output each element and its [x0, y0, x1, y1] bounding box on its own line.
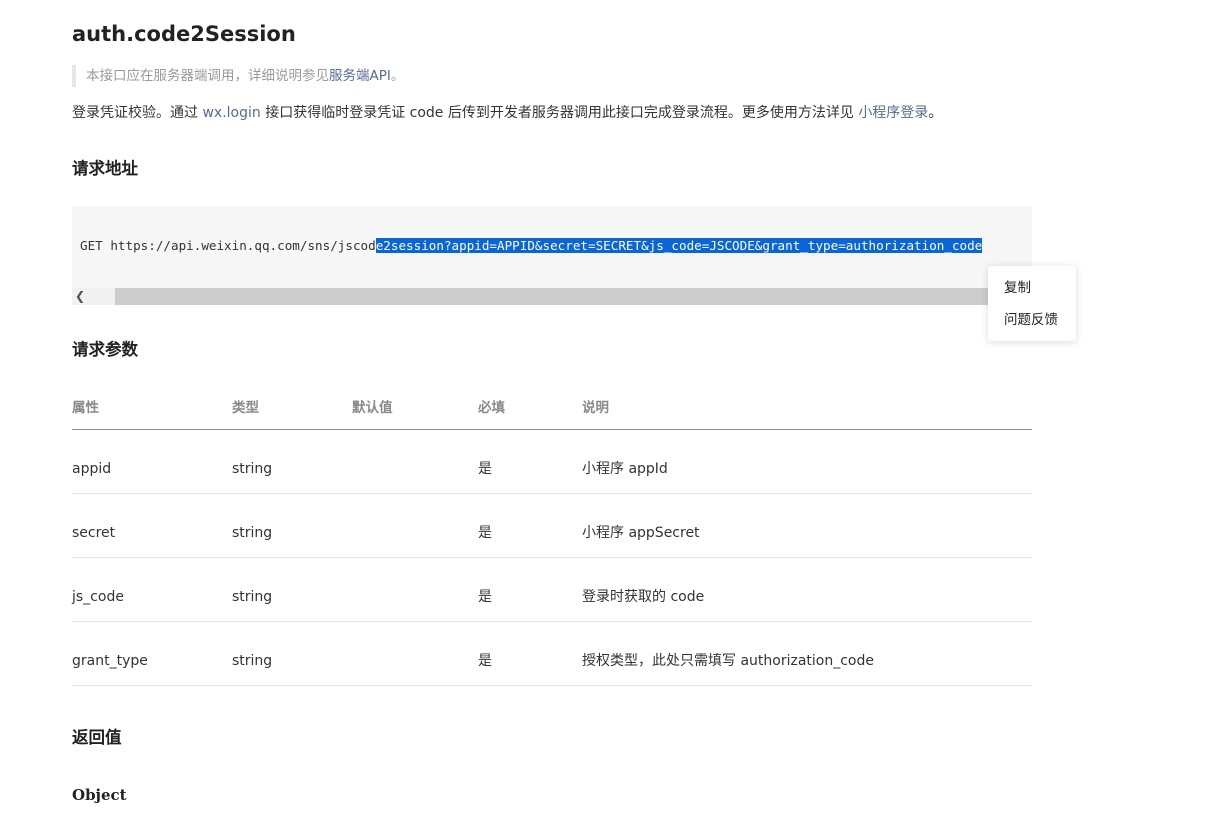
table-cell-property: secret [72, 525, 116, 542]
table-cell-type: string [232, 525, 273, 542]
table-cell-property: js_code [72, 589, 124, 606]
note-text: 本接口应在服务器端调用，详细说明参见 [86, 68, 329, 84]
table-header-cell: 说明 [582, 400, 609, 416]
table-cell-description: 登录时获取的 code [582, 589, 705, 606]
horizontal-scrollbar[interactable]: ❮ [72, 288, 1032, 305]
table-row: appid string 是 小程序 appId [72, 430, 1032, 494]
table-header-cell: 必填 [478, 400, 505, 416]
code-text: GET https://api.weixin.qq.com/sns/jscod [80, 238, 376, 253]
table-header-row: 属性 类型 默认值 必填 说明 [72, 389, 1032, 430]
table-cell-required: 是 [478, 525, 492, 542]
note-suffix: 。 [390, 68, 405, 84]
description-text-1: 登录凭证校验。通过 [72, 105, 203, 121]
context-menu-copy[interactable]: 复制 [1004, 278, 1031, 298]
description-text-3: 。 [928, 105, 943, 121]
description-paragraph: 登录凭证校验。通过 wx.login 接口获得临时登录凭证 code 后传到开发… [72, 102, 942, 124]
miniprogram-login-link[interactable]: 小程序登录 [858, 105, 928, 121]
table-cell-type: string [232, 461, 273, 478]
table-cell-description: 授权类型，此处只需填写 authorization_code [582, 653, 874, 670]
scroll-left-arrow-icon[interactable]: ❮ [72, 288, 88, 305]
context-menu: 复制 问题反馈 [988, 266, 1076, 341]
context-menu-feedback[interactable]: 问题反馈 [1004, 310, 1058, 330]
code-selected-text: e2session?appid=APPID&secret=SECRET&js_c… [375, 238, 983, 253]
table-cell-property: appid [72, 461, 112, 478]
server-api-link[interactable]: 服务端API [329, 68, 391, 84]
note-blockquote: 本接口应在服务器端调用，详细说明参见服务端API。 [72, 65, 404, 87]
section-heading-request-params: 请求参数 [72, 340, 138, 359]
page-title: auth.code2Session [72, 22, 296, 46]
table-cell-type: string [232, 589, 273, 606]
table-cell-property: grant_type [72, 653, 148, 670]
table-header-cell: 默认值 [352, 400, 393, 416]
description-text-2: 接口获得临时登录凭证 code 后传到开发者服务器调用此接口完成登录流程。更多使… [260, 105, 859, 121]
table-row: js_code string 是 登录时获取的 code [72, 558, 1032, 622]
params-table: 属性 类型 默认值 必填 说明 appid string 是 小程序 appId… [72, 389, 1032, 686]
table-header-cell: 类型 [232, 400, 259, 416]
table-row: secret string 是 小程序 appSecret [72, 494, 1032, 558]
table-cell-required: 是 [478, 461, 492, 478]
return-type-heading: Object [72, 786, 127, 804]
table-cell-description: 小程序 appId [582, 461, 668, 478]
scrollbar-thumb[interactable] [115, 288, 1032, 305]
table-cell-type: string [232, 653, 273, 670]
code-line[interactable]: GET https://api.weixin.qq.com/sns/jscode… [80, 237, 983, 255]
table-cell-description: 小程序 appSecret [582, 525, 700, 542]
section-heading-return-value: 返回值 [72, 728, 122, 747]
table-header-cell: 属性 [72, 400, 99, 416]
table-cell-required: 是 [478, 589, 492, 606]
table-cell-required: 是 [478, 653, 492, 670]
wx-login-link[interactable]: wx.login [202, 105, 260, 121]
table-row: grant_type string 是 授权类型，此处只需填写 authoriz… [72, 622, 1032, 686]
code-block: GET https://api.weixin.qq.com/sns/jscode… [72, 206, 1032, 305]
section-heading-request-url: 请求地址 [72, 159, 138, 178]
